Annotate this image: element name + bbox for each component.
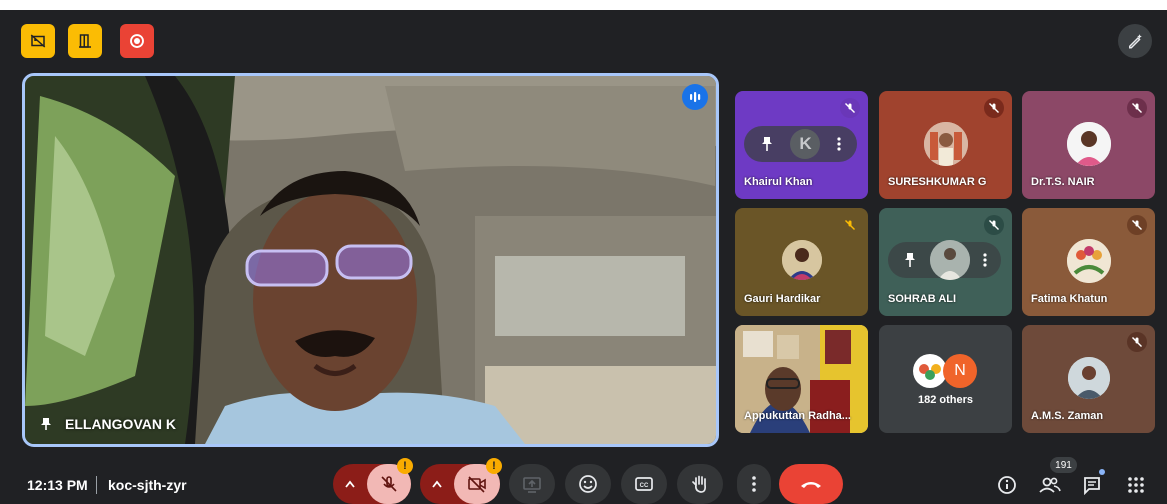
record-icon xyxy=(130,34,144,48)
mic-options-button[interactable] xyxy=(333,464,367,504)
participant-tile-fatima-khatun[interactable]: Fatima Khatun xyxy=(1022,208,1155,316)
bottom-toolbar: 12:13 PM koc-sjth-zyr ! ! CC 191 xyxy=(0,457,1167,504)
exit-room-chip[interactable] xyxy=(68,24,102,58)
leave-call-button[interactable] xyxy=(779,464,843,504)
chevron-up-icon xyxy=(345,480,355,488)
participant-tile-dr-ts-nair[interactable]: Dr.T.S. NAIR xyxy=(1022,91,1155,199)
captions-button[interactable]: CC xyxy=(621,464,667,504)
chat-icon xyxy=(1084,477,1100,495)
pin-icon xyxy=(41,418,51,430)
audio-level-icon xyxy=(690,92,701,102)
main-speaker-tile[interactable]: ELLANGOVAN K xyxy=(22,73,719,447)
main-speaker-name: ELLANGOVAN K xyxy=(65,416,176,432)
participant-name: Fatima Khatun xyxy=(1031,293,1108,305)
meeting-code: koc-sjth-zyr xyxy=(108,477,187,493)
edit-button[interactable] xyxy=(1118,24,1152,58)
mic-off-icon xyxy=(1127,332,1147,352)
mic-off-icon xyxy=(984,98,1004,118)
participant-tile-appukuttan-radha[interactable]: Appukuttan Radha... xyxy=(735,325,868,433)
main-speaker-label: ELLANGOVAN K xyxy=(39,416,176,432)
avatar xyxy=(929,240,970,280)
participant-name: Gauri Hardikar xyxy=(744,293,821,305)
mic-off-icon xyxy=(381,476,397,492)
participant-tile-khairul-khan[interactable]: K Khairul Khan xyxy=(735,91,868,199)
closed-captions-icon: CC xyxy=(635,477,653,491)
camera-options-button[interactable] xyxy=(420,464,454,504)
video-off-chip[interactable] xyxy=(21,24,55,58)
camera-control-group: ! xyxy=(420,458,502,504)
participant-tile-others[interactable]: N 182 others xyxy=(879,325,1012,433)
others-count-label: 182 others xyxy=(917,394,974,406)
speaking-indicator xyxy=(682,84,708,110)
mic-off-icon xyxy=(840,98,860,118)
unread-dot xyxy=(1099,469,1105,475)
top-white-strip xyxy=(0,0,1167,10)
chat-button[interactable] xyxy=(1077,469,1107,500)
avatar xyxy=(913,354,947,388)
hang-up-icon xyxy=(801,482,821,488)
mic-off-icon xyxy=(840,215,860,235)
participant-name: Dr.T.S. NAIR xyxy=(1031,176,1095,188)
emoji-icon xyxy=(579,475,597,493)
more-options-button[interactable] xyxy=(737,464,771,504)
apps-grid-icon xyxy=(1128,477,1144,493)
activities-button[interactable] xyxy=(1121,470,1151,500)
pin-icon[interactable] xyxy=(903,252,917,268)
participant-name: Appukuttan Radha... xyxy=(744,410,851,422)
mic-off-icon xyxy=(1127,215,1147,235)
avatar xyxy=(923,122,968,166)
present-screen-icon xyxy=(523,477,541,493)
more-vert-icon xyxy=(752,476,756,492)
people-button[interactable] xyxy=(1035,470,1065,500)
participant-tile-ams-zaman[interactable]: A.M.S. Zaman xyxy=(1022,325,1155,433)
participant-tile-gauri-hardikar[interactable]: Gauri Hardikar xyxy=(735,208,868,316)
avatar xyxy=(1066,122,1111,166)
info-icon xyxy=(998,476,1016,494)
camera-warning-badge: ! xyxy=(486,458,502,474)
participant-name: SURESHKUMAR G xyxy=(888,176,987,188)
svg-text:CC: CC xyxy=(640,483,649,489)
participant-name: SOHRAB ALI xyxy=(888,293,957,305)
video-off-icon xyxy=(468,476,486,493)
participant-tile-sureshkumar-g[interactable]: SURESHKUMAR G xyxy=(879,91,1012,199)
avatar xyxy=(781,240,822,280)
present-button[interactable] xyxy=(509,464,555,504)
pin-icon[interactable] xyxy=(760,136,774,152)
tile-hover-controls xyxy=(888,240,1001,280)
pencil-sparkle-icon xyxy=(1129,34,1142,49)
participant-name: A.M.S. Zaman xyxy=(1031,410,1104,422)
raise-hand-button[interactable] xyxy=(677,464,723,504)
mic-warning-badge: ! xyxy=(397,458,413,474)
mic-control-group: ! xyxy=(333,458,413,504)
meeting-time: 12:13 PM xyxy=(27,477,88,493)
speaker-video xyxy=(25,76,716,444)
reactions-button[interactable] xyxy=(565,464,611,504)
mic-off-icon xyxy=(1127,98,1147,118)
raise-hand-icon xyxy=(692,475,707,493)
video-off-icon xyxy=(30,34,46,48)
recording-chip[interactable] xyxy=(120,24,154,58)
tile-hover-controls: K xyxy=(744,126,857,162)
avatar xyxy=(1066,239,1111,283)
avatar-letter: N xyxy=(943,354,977,388)
chevron-up-icon xyxy=(432,480,442,488)
divider xyxy=(96,476,97,494)
avatar-initial: K xyxy=(790,129,821,159)
meeting-details-button[interactable] xyxy=(992,470,1022,500)
people-icon xyxy=(1039,477,1061,493)
participant-name: Khairul Khan xyxy=(744,176,813,188)
mic-off-icon xyxy=(984,215,1004,235)
door-exit-icon xyxy=(79,34,91,48)
avatar xyxy=(1067,357,1110,399)
more-vert-icon[interactable] xyxy=(837,136,841,152)
participant-tile-sohrab-ali[interactable]: SOHRAB ALI xyxy=(879,208,1012,316)
more-vert-icon[interactable] xyxy=(982,252,987,268)
